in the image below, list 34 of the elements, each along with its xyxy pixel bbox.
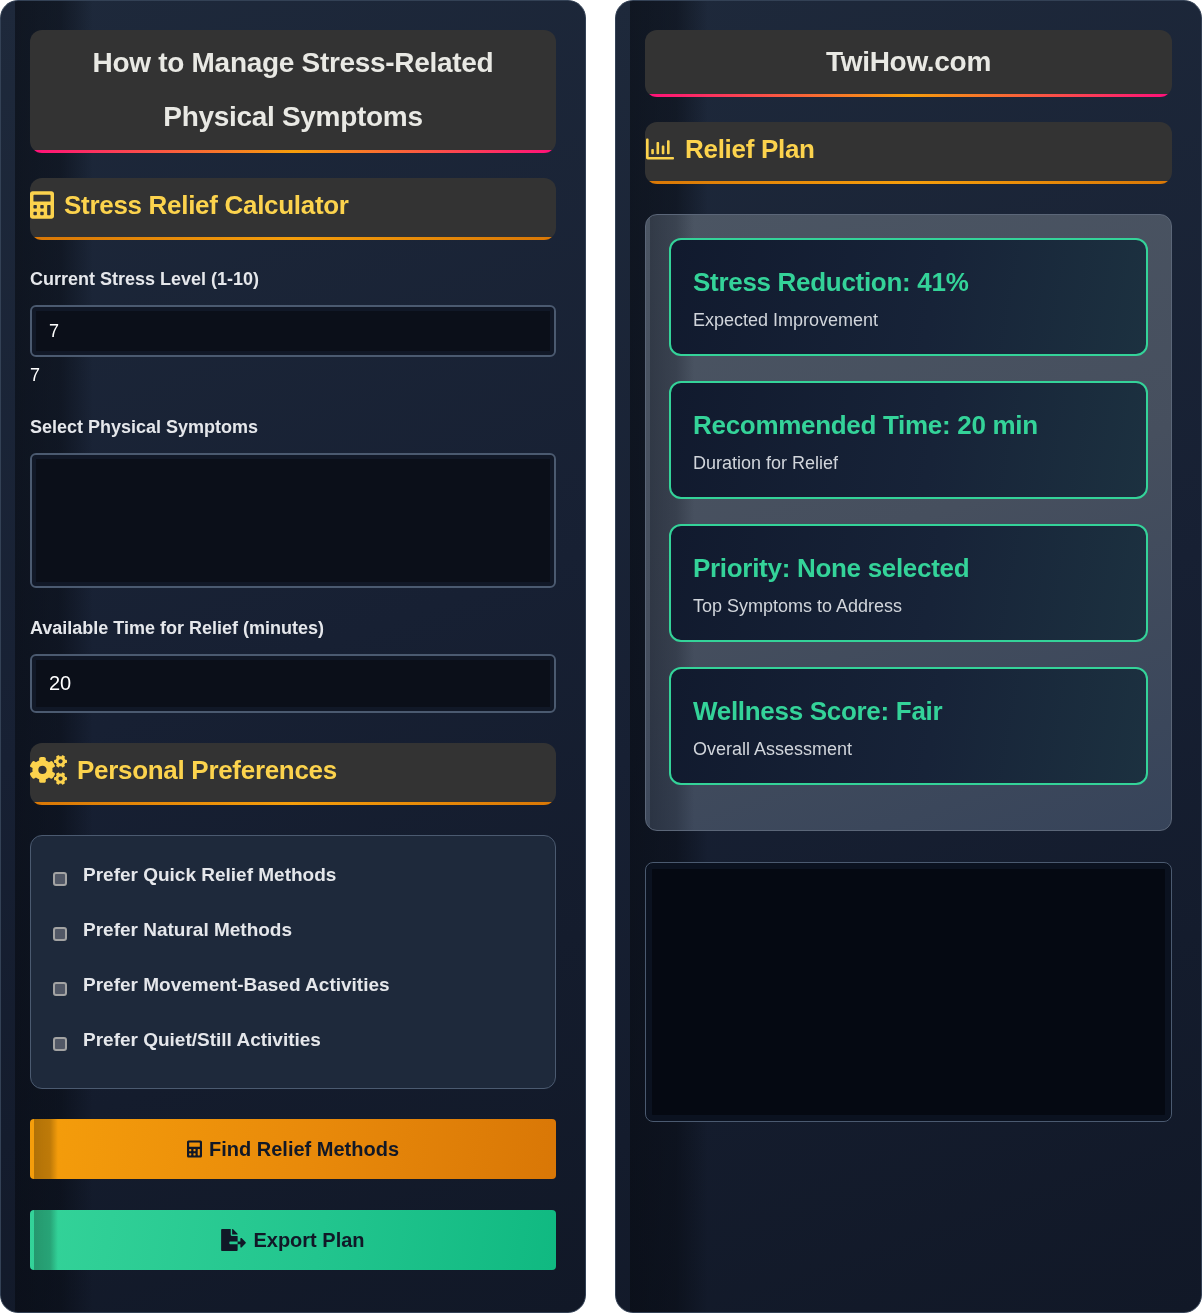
checkbox[interactable] (53, 871, 67, 886)
result-title: Recommended Time: 20 min (693, 409, 1039, 441)
export-button[interactable]: Export Plan (30, 1210, 556, 1270)
number-field[interactable]: 7 (30, 305, 556, 357)
field-label: Available Time for Relief (minutes) (30, 617, 326, 640)
number-field[interactable]: 20 (30, 654, 556, 713)
calculate-button[interactable]: Find Relief Methods (30, 1119, 556, 1179)
section-title: Stress Relief Calculator (64, 189, 349, 221)
checkbox[interactable] (53, 1037, 67, 1052)
checkbox-label[interactable]: Prefer Quick Relief Methods (83, 863, 337, 886)
page-title: How to Manage Stress-Related Physical Symptoms (30, 30, 556, 153)
result-caption: Expected Improvement (693, 309, 880, 332)
calculator-icon (30, 191, 54, 219)
field-label: Current Stress Level (1-10) (30, 268, 261, 291)
checkbox[interactable] (53, 982, 67, 997)
calculator-icon (187, 1139, 202, 1159)
result-caption: Duration for Relief (693, 452, 840, 475)
result-title: Priority: None selected (693, 552, 971, 584)
result-title: Stress Reduction: 41% (693, 266, 970, 298)
site-title: TwiHow.com (645, 30, 1172, 97)
result-caption: Overall Assessment (693, 738, 854, 761)
result-caption: Top Symptoms to Address (693, 595, 904, 618)
checkbox-label[interactable]: Prefer Quiet/Still Activities (83, 1029, 321, 1052)
checkbox-label[interactable]: Prefer Natural Methods (83, 918, 293, 941)
result-title: Wellness Score: Fair (693, 695, 944, 727)
section-title: Relief Plan (685, 133, 815, 165)
checkbox[interactable] (53, 926, 67, 941)
checkbox-label[interactable]: Prefer Movement-Based Activities (83, 974, 390, 997)
listbox-field[interactable] (30, 453, 556, 588)
gears-icon (30, 755, 67, 785)
file-export-icon (221, 1229, 247, 1251)
value-reading: 7 (30, 364, 40, 387)
field-label: Select Physical Symptoms (30, 416, 260, 439)
section-title: Personal Preferences (77, 754, 337, 786)
